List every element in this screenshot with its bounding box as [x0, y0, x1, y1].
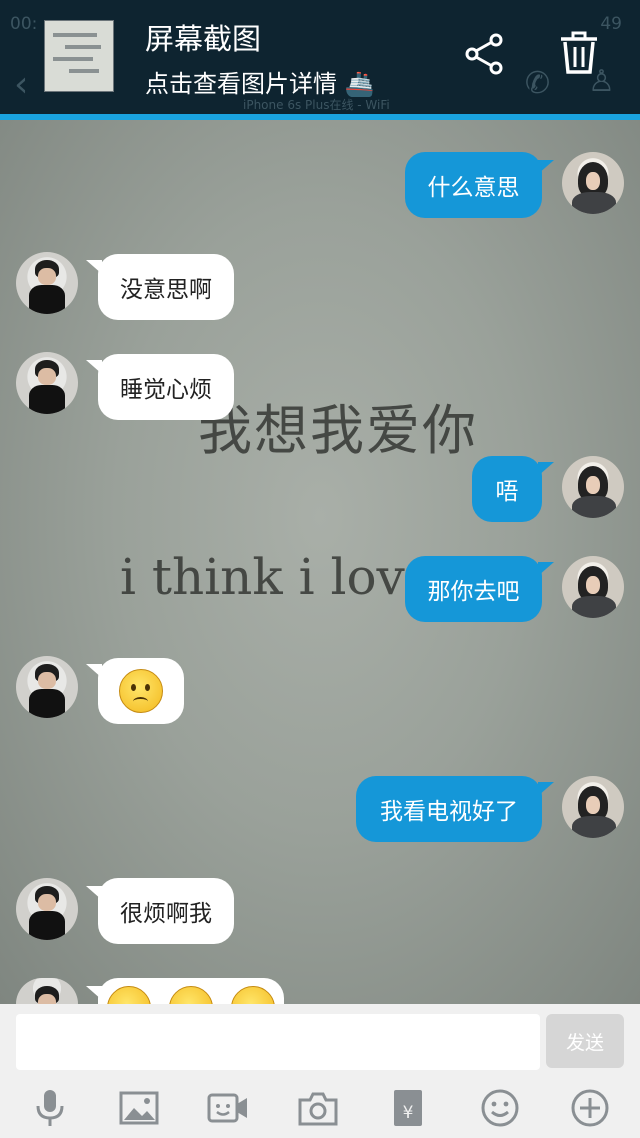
- input-bar: 发送: [0, 1004, 640, 1078]
- video-icon[interactable]: [206, 1086, 250, 1130]
- emoji: [231, 986, 275, 1004]
- banner-subtitle[interactable]: 点击查看图片详情 🚢: [145, 64, 375, 99]
- image-icon[interactable]: [117, 1086, 161, 1130]
- svg-text:¥: ¥: [403, 1103, 414, 1123]
- emoji-icon[interactable]: [478, 1086, 522, 1130]
- chat-background: 我想我爱你 i think i lov: [0, 118, 640, 1004]
- message-bubble-incoming[interactable]: 没意思啊: [98, 254, 234, 320]
- header-accent-line: [0, 114, 640, 120]
- back-icon: ‹: [14, 64, 29, 105]
- message-bubble-incoming[interactable]: [98, 658, 184, 724]
- send-button[interactable]: 发送: [546, 1014, 624, 1068]
- phone-icon: ✆: [525, 66, 551, 101]
- screenshot-thumbnail[interactable]: [44, 20, 114, 92]
- message-bubble-incoming[interactable]: 睡觉心烦: [98, 354, 234, 420]
- trash-icon[interactable]: [556, 30, 602, 76]
- my-avatar[interactable]: [562, 456, 624, 518]
- status-time: 00:: [10, 14, 38, 34]
- my-avatar[interactable]: [562, 776, 624, 838]
- battery-level: 49: [600, 14, 622, 34]
- message-bubble-incoming[interactable]: 很烦啊我: [98, 878, 234, 944]
- message-bubble-outgoing[interactable]: 唔: [472, 456, 542, 522]
- chat-toolbar: ¥: [0, 1078, 640, 1138]
- message-bubble-outgoing[interactable]: 那你去吧: [405, 556, 542, 622]
- emoji: [107, 986, 151, 1004]
- partial-emoji-row: [107, 986, 275, 1004]
- contact-avatar[interactable]: [16, 656, 78, 718]
- wallpaper-text-en: i think i lov: [120, 548, 405, 606]
- message-bubble-incoming[interactable]: [98, 978, 284, 1004]
- plus-icon[interactable]: [568, 1086, 612, 1130]
- microphone-icon[interactable]: [28, 1086, 72, 1130]
- wallpaper-text-cn: 我想我爱你: [198, 399, 478, 462]
- contact-avatar[interactable]: [16, 878, 78, 940]
- my-avatar[interactable]: [562, 152, 624, 214]
- message-input[interactable]: [16, 1014, 540, 1070]
- message-bubble-outgoing[interactable]: 我看电视好了: [356, 776, 542, 842]
- message-bubble-outgoing[interactable]: 什么意思: [405, 152, 542, 218]
- contact-avatar[interactable]: [16, 352, 78, 414]
- contact-avatar[interactable]: [16, 252, 78, 314]
- camera-icon[interactable]: [296, 1086, 340, 1130]
- emoji: [169, 986, 213, 1004]
- share-icon[interactable]: [462, 31, 508, 77]
- my-avatar[interactable]: [562, 556, 624, 618]
- banner-title: 屏幕截图: [145, 22, 262, 56]
- red-packet-icon[interactable]: ¥: [386, 1086, 430, 1130]
- frown-emoji: [119, 669, 163, 713]
- screenshot-banner[interactable]: 00: 49 ‹ iPhone 6s Plus在线 - WiFi ✆ ♙ 屏幕截…: [0, 0, 640, 114]
